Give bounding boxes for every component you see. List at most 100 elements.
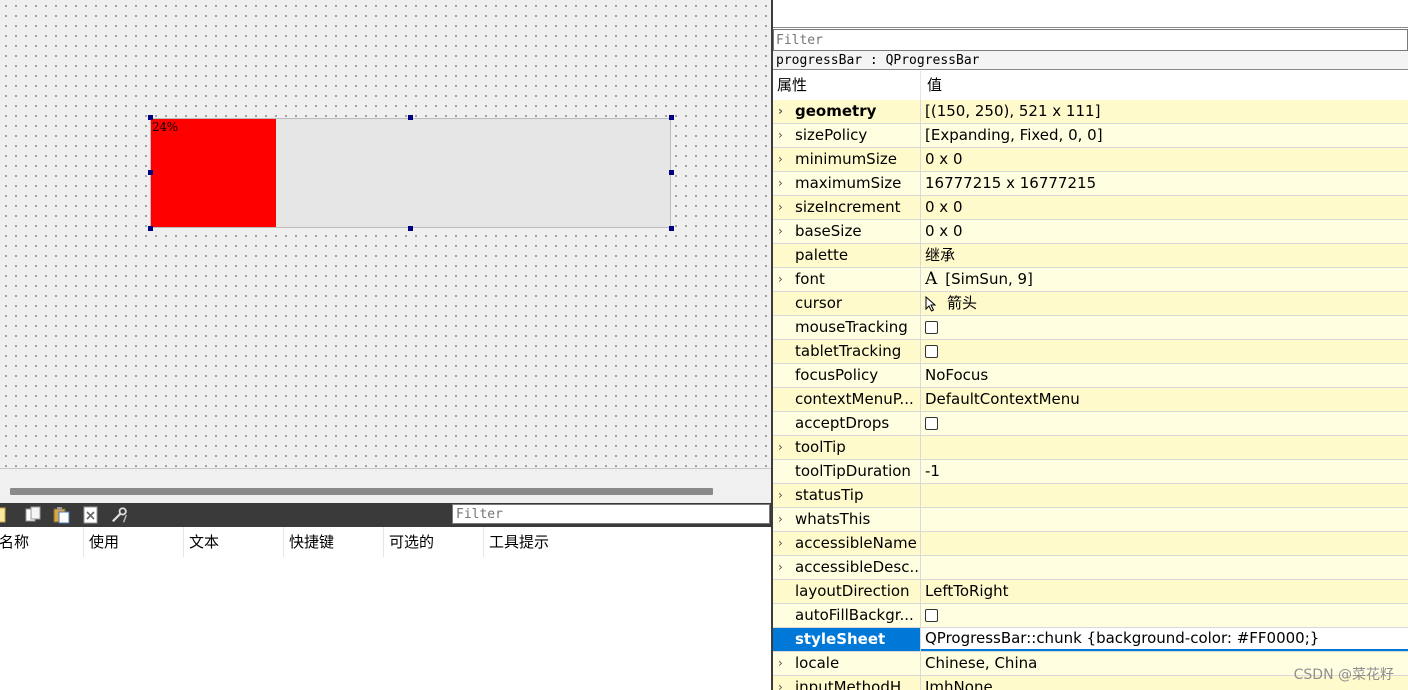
property-name-cell[interactable]: › minimumSize xyxy=(773,148,921,171)
property-name-cell[interactable]: › inputMethodH... xyxy=(773,676,921,690)
resize-handle-bottom-right[interactable] xyxy=(669,226,674,231)
resize-handle-top-left[interactable] xyxy=(148,115,153,120)
property-name-cell[interactable]: autoFillBackgr... xyxy=(773,604,921,627)
chevron-right-icon[interactable]: › xyxy=(778,124,783,147)
resize-handle-top[interactable] xyxy=(408,115,413,120)
property-value-cell[interactable]: 0 x 0 xyxy=(921,148,1408,171)
property-value-cell[interactable]: -1 xyxy=(921,460,1408,483)
property-value-cell[interactable]: 16777215 x 16777215 xyxy=(921,172,1408,195)
property-value-cell[interactable] xyxy=(921,484,1408,507)
chevron-right-icon[interactable]: › xyxy=(778,652,783,675)
property-row[interactable]: › accessibleName xyxy=(773,532,1408,556)
property-checkbox[interactable] xyxy=(925,321,938,334)
chevron-right-icon[interactable]: › xyxy=(778,676,783,690)
chevron-right-icon[interactable]: › xyxy=(778,508,783,531)
property-row[interactable]: › statusTip xyxy=(773,484,1408,508)
property-name-cell[interactable]: › geometry xyxy=(773,100,921,123)
property-value-cell[interactable] xyxy=(921,436,1408,459)
property-value-cell[interactable] xyxy=(921,412,1408,435)
property-value-cell[interactable]: LeftToRight xyxy=(921,580,1408,603)
chevron-right-icon[interactable]: › xyxy=(778,148,783,171)
chevron-right-icon[interactable]: › xyxy=(778,436,783,459)
property-row[interactable]: cursor 箭头 xyxy=(773,292,1408,316)
form-design-canvas[interactable]: 24% xyxy=(0,0,771,468)
progress-bar-widget[interactable]: 24% xyxy=(150,118,671,228)
property-row[interactable]: tabletTracking xyxy=(773,340,1408,364)
property-row[interactable]: autoFillBackgr... xyxy=(773,604,1408,628)
property-value-cell[interactable] xyxy=(921,316,1408,339)
chevron-right-icon[interactable]: › xyxy=(778,100,783,123)
resize-handle-bottom[interactable] xyxy=(408,226,413,231)
property-name-cell[interactable]: › whatsThis xyxy=(773,508,921,531)
property-name-cell[interactable]: tabletTracking xyxy=(773,340,921,363)
column-header-value[interactable]: 值 xyxy=(921,71,942,100)
property-row[interactable]: › font A [SimSun, 9] xyxy=(773,268,1408,292)
column-header-name[interactable]: 名称 xyxy=(0,527,84,557)
property-name-cell[interactable]: › maximumSize xyxy=(773,172,921,195)
column-header-checkable[interactable]: 可选的 xyxy=(384,527,484,557)
configure-icon[interactable] xyxy=(111,506,129,524)
property-name-cell[interactable]: layoutDirection xyxy=(773,580,921,603)
horizontal-scrollbar[interactable] xyxy=(10,488,713,495)
property-row[interactable]: mouseTracking xyxy=(773,316,1408,340)
new-action-icon[interactable] xyxy=(0,506,9,524)
property-name-cell[interactable]: › accessibleName xyxy=(773,532,921,555)
property-row[interactable]: › sizeIncrement 0 x 0 xyxy=(773,196,1408,220)
column-header-shortcut[interactable]: 快捷键 xyxy=(284,527,384,557)
property-value-cell[interactable]: DefaultContextMenu xyxy=(921,388,1408,411)
property-name-cell[interactable]: contextMenuP... xyxy=(773,388,921,411)
property-name-cell[interactable]: › locale xyxy=(773,652,921,675)
property-name-cell[interactable]: › baseSize xyxy=(773,220,921,243)
chevron-right-icon[interactable]: › xyxy=(778,268,783,291)
resize-handle-left[interactable] xyxy=(148,170,153,175)
property-checkbox[interactable] xyxy=(925,609,938,622)
property-row[interactable]: › baseSize 0 x 0 xyxy=(773,220,1408,244)
action-list[interactable] xyxy=(0,557,771,690)
delete-action-icon[interactable] xyxy=(82,506,100,524)
property-row[interactable]: toolTipDuration -1 xyxy=(773,460,1408,484)
property-value-cell[interactable]: A [SimSun, 9] xyxy=(921,268,1408,291)
property-value-cell[interactable] xyxy=(921,604,1408,627)
resize-handle-bottom-left[interactable] xyxy=(148,226,153,231)
property-value-cell[interactable] xyxy=(921,556,1408,579)
property-row[interactable]: › whatsThis xyxy=(773,508,1408,532)
property-row[interactable]: › geometry [(150, 250), 521 x 111] xyxy=(773,100,1408,124)
property-value-cell[interactable]: NoFocus xyxy=(921,364,1408,387)
copy-action-icon[interactable] xyxy=(24,506,42,524)
column-header-text[interactable]: 文本 xyxy=(184,527,284,557)
property-row[interactable]: › accessibleDesc... xyxy=(773,556,1408,580)
property-name-cell[interactable]: focusPolicy xyxy=(773,364,921,387)
property-row[interactable]: › maximumSize 16777215 x 16777215 xyxy=(773,172,1408,196)
resize-handle-right[interactable] xyxy=(669,170,674,175)
property-value-cell[interactable]: 继承 xyxy=(921,244,1408,267)
property-value-cell[interactable] xyxy=(921,508,1408,531)
property-value-cell[interactable]: 0 x 0 xyxy=(921,220,1408,243)
property-row[interactable]: styleSheet QProgressBar::chunk {backgroun… xyxy=(773,628,1408,652)
property-checkbox[interactable] xyxy=(925,345,938,358)
property-value-cell[interactable]: [Expanding, Fixed, 0, 0] xyxy=(921,124,1408,147)
paste-action-icon[interactable] xyxy=(53,506,71,524)
resize-handle-top-right[interactable] xyxy=(669,115,674,120)
property-row[interactable]: acceptDrops xyxy=(773,412,1408,436)
property-name-cell[interactable]: acceptDrops xyxy=(773,412,921,435)
property-name-cell[interactable]: › font xyxy=(773,268,921,291)
property-value-cell[interactable]: QProgressBar::chunk {background-color: #… xyxy=(921,628,1408,651)
property-name-cell[interactable]: palette xyxy=(773,244,921,267)
property-name-cell[interactable]: › statusTip xyxy=(773,484,921,507)
property-value-cell[interactable]: 0 x 0 xyxy=(921,196,1408,219)
property-row[interactable]: › sizePolicy [Expanding, Fixed, 0, 0] xyxy=(773,124,1408,148)
property-name-cell[interactable]: › toolTip xyxy=(773,436,921,459)
property-filter-input[interactable] xyxy=(773,29,1408,51)
property-row[interactable]: layoutDirection LeftToRight xyxy=(773,580,1408,604)
column-header-property[interactable]: 属性 xyxy=(773,71,921,100)
property-name-cell[interactable]: styleSheet xyxy=(773,628,921,651)
chevron-right-icon[interactable]: › xyxy=(778,220,783,243)
action-filter-input[interactable] xyxy=(452,504,770,524)
property-name-cell[interactable]: cursor xyxy=(773,292,921,315)
column-header-used[interactable]: 使用 xyxy=(84,527,184,557)
property-value-cell[interactable]: 箭头 xyxy=(921,292,1408,315)
column-header-tooltip[interactable]: 工具提示 xyxy=(484,527,604,557)
chevron-right-icon[interactable]: › xyxy=(778,172,783,195)
property-value-cell[interactable] xyxy=(921,340,1408,363)
property-row[interactable]: focusPolicy NoFocus xyxy=(773,364,1408,388)
